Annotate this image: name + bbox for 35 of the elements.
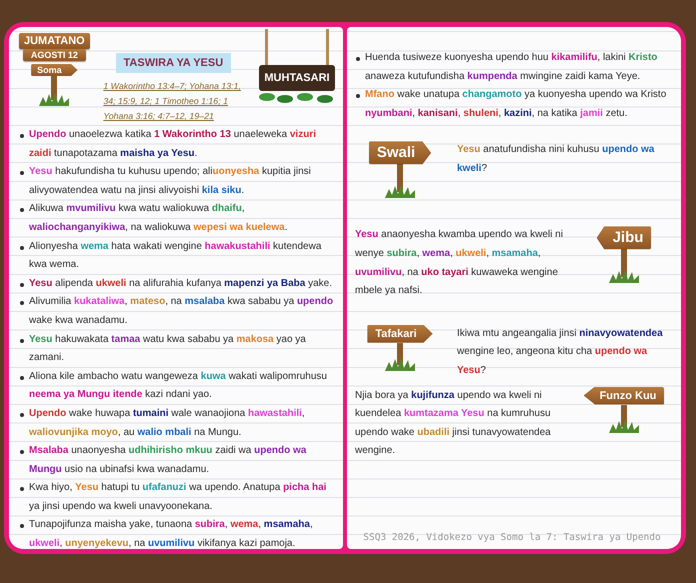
summary-bullet: Huenda tusiweze kuonyesha upendo huu kikamilifu, lakini Kristo anaweza kutufundisha kumpenda mwingine zaidi kama Yeye.	[355, 49, 669, 86]
date-sign: AGOSTI 12	[22, 49, 86, 61]
read-sign: Soma	[31, 64, 78, 76]
summary-bullet: Yesu hakufundisha tu kuhusu upendo; aliuonyesha kupitia jinsi alivyowatendea watu na jinsi alivyoishi kila siku.	[19, 163, 337, 200]
summary-bullet: Upendo unaoelezwa katika 1 Wakorintho 13 unaeleweka vizuri zaidi tunapotazama maisha ya Yesu.	[19, 126, 337, 164]
signpost-icon	[383, 164, 417, 198]
summary-bullet: Alionyesha wema hata wakati wengine hawakustahili kutendewa kwa wema.	[19, 238, 337, 275]
prompt-text: Ikiwa mtu angeangalia jinsi ninavyowatendea wengine leo, angeona kitu cha upendo wa Yesu?	[457, 326, 664, 378]
signpost-icon	[383, 342, 417, 371]
summary-bullet: Aliona kile ambacho watu wangeweza kuwa wakati walipomruhusu neema ya Mungu itende kazi ndani yao.	[19, 368, 337, 405]
signpost-icon	[607, 404, 641, 433]
summary-bullet: Tunapojifunza maisha yake, tunaona subira, wema, msamaha, ukweli, unyenyekevu, na uvumilivu vikifanya kazi pamoja.	[19, 516, 337, 549]
signpost-icon	[37, 76, 72, 106]
summary-bullet: Yesu hakuwakata tamaa watu kwa sababu ya makosa yao ya zamani.	[19, 330, 337, 368]
signboard: Swali	[368, 141, 432, 164]
rope-icon	[264, 29, 329, 65]
signboard: Jibu	[596, 226, 652, 250]
prompt-text: Njia bora ya kujifunza upendo wa kweli ni kuendelea kumtazama Yesu na kumruhusu upendo wake ubadili jinsi tunavyowatendea wengine.	[355, 388, 552, 458]
summary-bullet: Kwa hiyo, Yesu hatupi tu ufafanuzi wa upendo. Anatupa picha hai ya jinsi upendo wa kweli unavyoonekana.	[19, 479, 337, 516]
signpost-icon	[607, 249, 641, 284]
summary-bullet: Alikuwa mvumilivu kwa watu waliokuwa dhaifu, waliochanganyikiwa, na waliokuwa wepesi wa kuelewa.	[19, 200, 337, 238]
signboard: Funzo Kuu	[584, 386, 664, 405]
summary-bullet: Upendo wake huwapa tumaini wale wanaojiona hawastahili, waliovunjika moyo, au walio mbali na Mungu.	[19, 404, 337, 442]
lesson-title: TASWIRA YA YESU	[116, 53, 232, 73]
summary-bullet: Yesu alipenda ukweli na alifurahia kufanya mapenzi ya Baba yake.	[19, 274, 337, 294]
signboard: Tafakari	[367, 324, 433, 343]
summary-bullet: Msalaba unaonyesha udhihirisho mkuu zaidi wa upendo wa Mungu usio na ubinafsi kwa wanadamu.	[19, 442, 337, 480]
scripture-references[interactable]: 1 Wakorintho 13:4–7; Yohana 13:1, 34; 15:9, 12; 1 Timotheo 1:16; 1 Yohana 3:16; 4:7–12, 19–21	[103, 79, 244, 124]
summary-bullet: Alivumilia kukataliwa, mateso, na msalaba kwa sababu ya upendo wake kwa wanadamu.	[19, 293, 337, 331]
prompt-text: Yesu anaonyesha kwamba upendo wa kweli ni wenye subira, wema, ukweli, msamaha, uvumilivu, na uko tayari kuwaweka wengine mbele ya nafsi.	[355, 228, 564, 298]
day-sign: JUMATANO	[19, 33, 90, 49]
footer-caption: SSQ3 2026, Vidokezo vya Somo la 7: Taswira ya Upendo	[362, 532, 662, 545]
summary-sign: MUHTASARI	[259, 65, 335, 91]
prompt-text: Yesu anatufundisha nini kuhusu upendo wa kweli?	[457, 143, 656, 176]
summary-bullet: Mfano wake unatupa changamoto ya kuonyesha upendo wa Kristo nyumbani, kanisani, shuleni, kazini, na katika jamii zetu.	[355, 86, 669, 124]
